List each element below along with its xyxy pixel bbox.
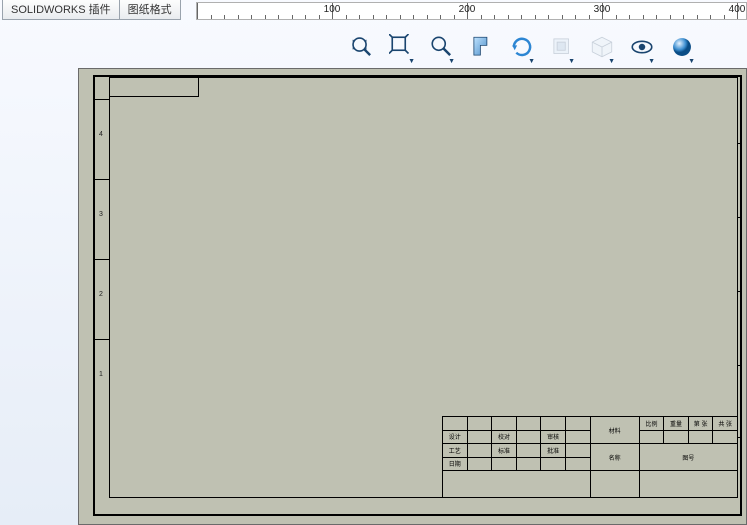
revision-row: 标准化- — [78, 452, 79, 468]
revision-row: 日期- — [78, 484, 79, 500]
titleblock-label: 图号 — [640, 444, 738, 471]
titleblock-label: 日期 — [443, 458, 468, 472]
titleblock-label: 材料 — [591, 417, 640, 444]
zone-index-cell: 3 — [93, 179, 109, 249]
ruler-label: 200 — [459, 4, 476, 15]
revision-row: 更改号- — [78, 372, 79, 388]
appearance-button[interactable]: ▼ — [665, 31, 699, 65]
zone-index-cell: 2 — [93, 259, 109, 329]
titleblock-label: 重量 — [664, 417, 689, 431]
display-style-button: ▼ — [585, 31, 619, 65]
titleblock-cell — [468, 431, 493, 445]
rm-tick — [738, 437, 742, 438]
titleblock-cell — [541, 458, 566, 472]
dropdown-caret-icon: ▼ — [528, 58, 535, 65]
ruler-label: 100 — [324, 4, 341, 15]
titleblock-label: 标准 — [492, 444, 517, 458]
titleblock-cell — [492, 458, 517, 472]
dropdown-caret-icon: ▼ — [608, 58, 615, 65]
titleblock-label: 比例 — [640, 417, 665, 431]
tab-solidworks-addins[interactable]: SOLIDWORKS 插件 — [2, 0, 120, 20]
zoom-to-fit-button[interactable] — [345, 31, 379, 65]
titleblock-label: 共 张 — [713, 417, 738, 431]
titleblock-label: 校对 — [492, 431, 517, 445]
titleblock-cell — [713, 431, 738, 445]
section-view-icon — [469, 34, 495, 63]
title-block: 材料比例重量第 张共 张设计 校对 审核工艺 标准 批准 名称图号日期 — [442, 416, 738, 498]
titleblock-cell — [517, 458, 542, 472]
dropdown-caret-icon: ▼ — [648, 58, 655, 65]
titleblock-cell — [517, 417, 542, 431]
ruler-label: 300 — [594, 4, 611, 15]
rm-tick — [738, 217, 742, 218]
titleblock-label: 设计 — [443, 431, 468, 445]
zoom-to-fit-icon — [349, 34, 375, 63]
titleblock-cell — [566, 444, 591, 458]
titleblock-label: 工艺 — [443, 444, 468, 458]
titleblock-cell — [517, 431, 542, 445]
titleblock-cell — [640, 471, 738, 498]
dropdown-caret-icon: ▼ — [568, 58, 575, 65]
zoom-dynamic-button[interactable]: ▼ — [425, 31, 459, 65]
rm-tick — [738, 365, 742, 366]
zone-index-cell: 1 — [93, 339, 109, 409]
hide-show-button[interactable]: ▼ — [625, 31, 659, 65]
rotate-button[interactable]: ▼ — [505, 31, 539, 65]
zoom-area-button[interactable]: ▼ — [385, 31, 419, 65]
titleblock-cell — [591, 471, 640, 498]
drawing-canvas[interactable]: 4 3 2 1 更改号-更改日期-签名-校核-审核-标准化-批准-日期-工艺- 材料比… — [78, 68, 747, 525]
titleblock-label: 第 张 — [689, 417, 714, 431]
titleblock-cell — [468, 458, 493, 472]
titleblock-cell — [566, 417, 591, 431]
titleblock-cell — [468, 417, 493, 431]
titleblock-label: 批准 — [541, 444, 566, 458]
titleblock-cell — [664, 431, 689, 445]
dropdown-caret-icon: ▼ — [448, 58, 455, 65]
dropdown-caret-icon: ▼ — [408, 58, 415, 65]
titleblock-cell — [492, 417, 517, 431]
revision-row: 校核- — [78, 420, 79, 436]
rm-tick — [738, 143, 742, 144]
section-view-button[interactable] — [465, 31, 499, 65]
titleblock-cell — [443, 417, 468, 431]
revision-row: 批准- — [78, 468, 79, 484]
rm-tick — [738, 291, 742, 292]
titleblock-cell — [689, 431, 714, 445]
titleblock-cell — [443, 471, 591, 498]
revision-row: 更改日期- — [78, 388, 79, 404]
titleblock-cell — [517, 444, 542, 458]
tab-sheet-format[interactable]: 图纸格式 — [120, 0, 181, 20]
revision-table: 更改号-更改日期-签名-校核-审核-标准化-批准-日期-工艺- — [78, 372, 79, 516]
revision-row: 工艺- — [78, 500, 79, 516]
titleblock-cell — [468, 444, 493, 458]
titleblock-cell — [566, 431, 591, 445]
revision-row: 审核- — [78, 436, 79, 452]
view-orient-button: ▼ — [545, 31, 579, 65]
titleblock-label: 名称 — [591, 444, 640, 471]
view-toolbar: ▼ ▼ ▼ ▼ ▼ ▼ ▼ — [345, 30, 699, 66]
zone-index-cell: 4 — [93, 99, 109, 169]
ruler-label: 400 — [729, 4, 746, 15]
titleblock-cell — [541, 417, 566, 431]
revision-row: 签名- — [78, 404, 79, 420]
dropdown-caret-icon: ▼ — [688, 58, 695, 65]
titleblock-cell — [640, 431, 665, 445]
titleblock-cell — [566, 458, 591, 472]
horizontal-ruler[interactable]: 100 200 300 400 — [196, 2, 747, 20]
sheet-notch — [109, 77, 199, 97]
titleblock-label: 审核 — [541, 431, 566, 445]
